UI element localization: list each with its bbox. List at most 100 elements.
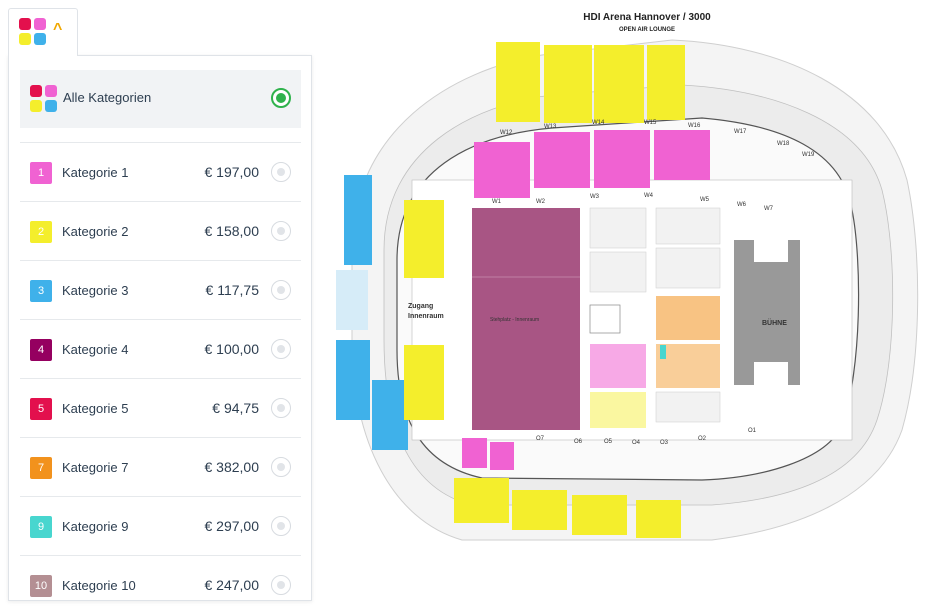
- block-label: O4: [632, 440, 641, 446]
- category-name: Kategorie 3: [62, 283, 129, 298]
- fop-box: [589, 304, 621, 334]
- block-pink[interactable]: [654, 130, 710, 180]
- category-radio[interactable]: [271, 516, 291, 536]
- category-option[interactable]: 3 Kategorie 3 € 117,75: [20, 260, 301, 319]
- block-pink[interactable]: [490, 442, 514, 470]
- block-blue[interactable]: [336, 340, 370, 420]
- category-price: € 94,75: [212, 400, 259, 416]
- block-label: W5: [700, 197, 710, 203]
- block-label: W7: [764, 206, 774, 212]
- block-yellow-top[interactable]: [544, 45, 592, 123]
- entrance-label-2: Innenraum: [408, 313, 444, 320]
- block-label: W4: [644, 193, 654, 199]
- category-toggle-button[interactable]: ^: [8, 8, 78, 56]
- category-price: € 382,00: [204, 459, 260, 475]
- category-radio[interactable]: [271, 398, 291, 418]
- category-name: Kategorie 9: [62, 519, 129, 534]
- block-yellow-top[interactable]: [594, 45, 644, 123]
- category-name: Kategorie 2: [62, 224, 129, 239]
- block-label: O6: [574, 439, 583, 445]
- block-pink[interactable]: [474, 142, 530, 198]
- block-yellow-bottom[interactable]: [636, 500, 681, 538]
- block-label: W19: [802, 152, 815, 158]
- category-name: Kategorie 1: [62, 165, 129, 180]
- block-yellow-bottom[interactable]: [572, 495, 627, 535]
- block-label: W6: [737, 202, 747, 208]
- floor-block-pink[interactable]: [590, 344, 646, 388]
- categories-grid-icon: [30, 85, 58, 113]
- category-number-badge: 9: [30, 516, 52, 538]
- category-number-badge: 1: [30, 162, 52, 184]
- block-label: W16: [688, 123, 701, 129]
- block-label: W2: [536, 199, 546, 205]
- category-radio[interactable]: [271, 162, 291, 182]
- category-radio[interactable]: [271, 280, 291, 300]
- block-label: O7: [536, 436, 545, 442]
- category-radio[interactable]: [271, 339, 291, 359]
- floor-block-yellow[interactable]: [590, 392, 646, 428]
- block-label: W12: [500, 130, 513, 136]
- category-number-badge: 3: [30, 280, 52, 302]
- category-option[interactable]: 7 Kategorie 7 € 382,00: [20, 437, 301, 496]
- block-yellow[interactable]: [404, 345, 444, 420]
- block-pink[interactable]: [534, 132, 590, 188]
- floor-block-orange[interactable]: [656, 296, 720, 340]
- map-title: HDI Arena Hannover / 3000: [583, 12, 711, 23]
- block-yellow-bottom[interactable]: [454, 478, 509, 523]
- category-number-badge: 4: [30, 339, 52, 361]
- category-price: € 117,75: [205, 282, 259, 298]
- block-label: W14: [592, 120, 605, 126]
- category-name: Kategorie 4: [62, 342, 129, 357]
- category-option[interactable]: 2 Kategorie 2 € 158,00: [20, 201, 301, 260]
- block-label: O2: [698, 436, 707, 442]
- category-number-badge: 5: [30, 398, 52, 420]
- category-number-badge: 2: [30, 221, 52, 243]
- category-option[interactable]: 10 Kategorie 10 € 247,00: [20, 555, 301, 614]
- block-label: O1: [748, 428, 757, 434]
- category-number-badge: 7: [30, 457, 52, 479]
- block-label: W1: [492, 199, 502, 205]
- block-yellow-top[interactable]: [647, 45, 685, 120]
- block-yellow-bottom[interactable]: [512, 490, 567, 530]
- category-name: Kategorie 7: [62, 460, 129, 475]
- seat-map: BÜHNE Stehplatz - Innenraum Zugang Innen…: [322, 0, 950, 600]
- category-option[interactable]: 9 Kategorie 9 € 297,00: [20, 496, 301, 555]
- category-price: € 197,00: [204, 164, 260, 180]
- category-price: € 158,00: [204, 223, 260, 239]
- category-option[interactable]: 4 Kategorie 4 € 100,00: [20, 319, 301, 378]
- floor-block-teal[interactable]: [660, 345, 666, 359]
- category-panel: Alle Kategorien 1 Kategorie 1 € 197,00 2 Kat…: [8, 55, 312, 601]
- category-option[interactable]: 1 Kategorie 1 € 197,00: [20, 142, 301, 201]
- block-label: O5: [604, 439, 613, 445]
- category-name: Kategorie 5: [62, 401, 129, 416]
- category-radio[interactable]: [271, 221, 291, 241]
- block-label: W13: [544, 124, 557, 130]
- category-price: € 297,00: [204, 518, 260, 534]
- standing-label: Stehplatz - Innenraum: [490, 317, 539, 323]
- category-number-badge: 10: [30, 575, 52, 597]
- all-categories-radio[interactable]: [271, 88, 291, 108]
- category-name: Kategorie 10: [62, 578, 136, 593]
- category-price: € 100,00: [204, 341, 260, 357]
- chevron-up-icon: ^: [53, 21, 63, 38]
- block-pink[interactable]: [462, 438, 487, 468]
- categories-grid-icon: [19, 18, 47, 46]
- block-blue[interactable]: [336, 270, 368, 330]
- block-yellow[interactable]: [404, 200, 444, 278]
- block-label: W3: [590, 194, 600, 200]
- block-blue[interactable]: [344, 175, 372, 265]
- category-radio[interactable]: [271, 575, 291, 595]
- block-label: W15: [644, 120, 657, 126]
- map-subtitle: OPEN AIR LOUNGE: [618, 27, 676, 33]
- stage-label: BÜHNE: [762, 318, 787, 327]
- all-categories-option[interactable]: Alle Kategorien: [20, 70, 301, 128]
- stadium-map-svg[interactable]: BÜHNE Stehplatz - Innenraum Zugang Innen…: [322, 0, 950, 600]
- all-categories-label: Alle Kategorien: [63, 90, 152, 105]
- category-option[interactable]: 5 Kategorie 5 € 94,75: [20, 378, 301, 437]
- block-label: O3: [660, 440, 669, 446]
- block-yellow-top[interactable]: [496, 42, 540, 122]
- category-radio[interactable]: [271, 457, 291, 477]
- category-price: € 247,00: [204, 577, 260, 593]
- block-blue[interactable]: [372, 380, 408, 450]
- block-pink[interactable]: [594, 130, 650, 188]
